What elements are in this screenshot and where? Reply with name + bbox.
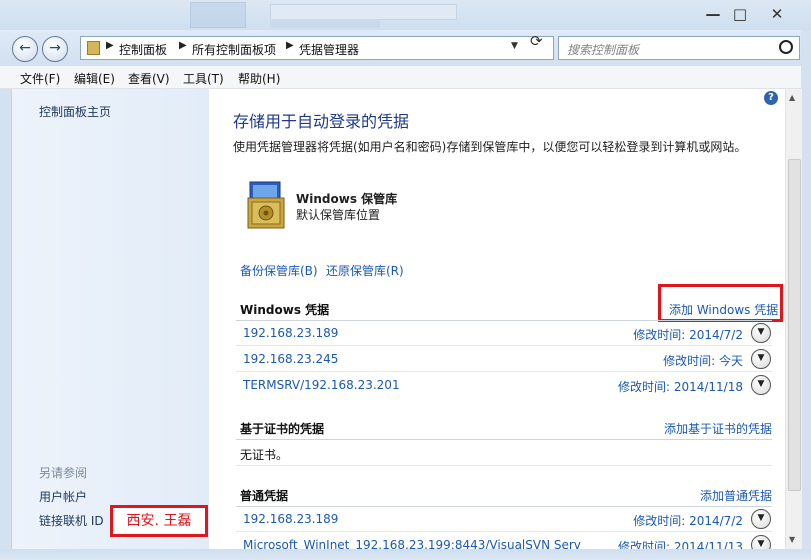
search-input[interactable]: 搜索控制面板: [558, 36, 800, 60]
title-bar: — □ ✕: [0, 0, 811, 30]
chevron-down-icon[interactable]: ▼: [751, 509, 771, 529]
menu-help[interactable]: 帮助(H): [238, 70, 280, 87]
refresh-icon[interactable]: ⟳: [530, 32, 543, 50]
breadcrumb-control-panel[interactable]: 控制面板: [119, 41, 167, 58]
chevron-down-icon[interactable]: ▼: [751, 375, 771, 395]
background-window-ghost: [180, 0, 580, 30]
back-arrow-icon[interactable]: ←: [12, 36, 38, 62]
close-button[interactable]: ✕: [764, 3, 790, 25]
sidebar-home-link[interactable]: 控制面板主页: [39, 103, 111, 120]
restore-vault-link[interactable]: 还原保管库(R): [326, 262, 404, 279]
no-certificates-text: 无证书。: [240, 448, 289, 462]
backup-vault-link[interactable]: 备份保管库(B): [240, 262, 318, 279]
vertical-scrollbar[interactable]: ▲ ▼: [785, 89, 802, 549]
credential-item-name[interactable]: 192.168.23.189: [243, 326, 338, 340]
window-frame-right: [801, 30, 811, 549]
address-toolbar: ← → ▶ 控制面板 ▶ 所有控制面板项 ▶ 凭据管理器 ▼ ⟳ 搜索控制面板: [0, 30, 811, 66]
add-certificate-credential-link[interactable]: 添加基于证书的凭据: [664, 420, 772, 437]
sidebar-link-user-accounts[interactable]: 用户帐户: [39, 488, 87, 505]
credential-item-date: 修改时间: 今天: [663, 354, 743, 368]
sidebar-see-also-heading: 另请参阅: [39, 466, 88, 480]
breadcrumb-credential-manager[interactable]: 凭据管理器: [299, 41, 359, 58]
scroll-up-icon[interactable]: ▲: [789, 93, 795, 102]
credential-item-date: 修改时间: 2014/7/2: [633, 328, 743, 342]
vault-title: Windows 保管库: [296, 192, 398, 206]
generic-credentials-heading: 普通凭据: [240, 489, 289, 503]
menu-edit[interactable]: 编辑(E): [74, 70, 115, 87]
forward-arrow-icon[interactable]: →: [42, 36, 68, 62]
menu-view[interactable]: 查看(V): [128, 70, 170, 87]
menu-tools[interactable]: 工具(T): [183, 70, 224, 87]
minimize-button[interactable]: —: [700, 3, 726, 25]
scroll-down-icon[interactable]: ▼: [789, 535, 795, 544]
credential-item-date: 修改时间: 2014/7/2: [633, 514, 743, 528]
credential-item-date: 修改时间: 2014/11/18: [617, 380, 743, 394]
credential-item-name[interactable]: TERMSRV/192.168.23.201: [243, 378, 400, 392]
page-title: 存储用于自动登录的凭据: [233, 112, 410, 131]
credential-item-name[interactable]: 192.168.23.245: [243, 352, 338, 366]
address-field[interactable]: ▶ 控制面板 ▶ 所有控制面板项 ▶ 凭据管理器 ▼: [80, 36, 554, 60]
sidebar-link-online-id[interactable]: 链接联机 ID: [39, 512, 104, 529]
certificate-credentials-heading: 基于证书的凭据: [240, 422, 325, 436]
window-frame-bottom: [0, 549, 811, 560]
page-description: 使用凭据管理器将凭据(如用户名和密码)存储到保管库中，以便您可以轻松登录到计算机…: [233, 140, 747, 154]
search-icon[interactable]: [779, 40, 793, 54]
highlight-box: [658, 284, 783, 322]
breadcrumb-all-items[interactable]: 所有控制面板项: [192, 41, 276, 58]
chevron-down-icon[interactable]: ▼: [751, 349, 771, 369]
vault-icon: [247, 181, 285, 229]
help-icon[interactable]: ?: [764, 91, 778, 105]
window-frame-left: [0, 89, 11, 549]
maximize-button[interactable]: □: [727, 3, 753, 25]
search-placeholder: 搜索控制面板: [567, 43, 640, 57]
menu-file[interactable]: 文件(F): [20, 70, 60, 87]
chevron-down-icon[interactable]: ▼: [751, 323, 771, 343]
menu-bar: 文件(F) 编辑(E) 查看(V) 工具(T) 帮助(H): [0, 66, 811, 89]
folder-icon: [87, 41, 100, 55]
sidebar: 控制面板主页 另请参阅 用户帐户 链接联机 ID: [11, 89, 210, 549]
address-dropdown-icon[interactable]: ▼: [511, 41, 518, 51]
watermark-label: 西安. 王磊: [110, 505, 208, 537]
scrollbar-thumb[interactable]: [788, 159, 801, 491]
vault-subtitle: 默认保管库位置: [296, 208, 381, 222]
credential-item-name[interactable]: 192.168.23.189: [243, 512, 338, 526]
windows-credentials-heading: Windows 凭据: [240, 303, 330, 317]
add-generic-credential-link[interactable]: 添加普通凭据: [700, 487, 772, 504]
